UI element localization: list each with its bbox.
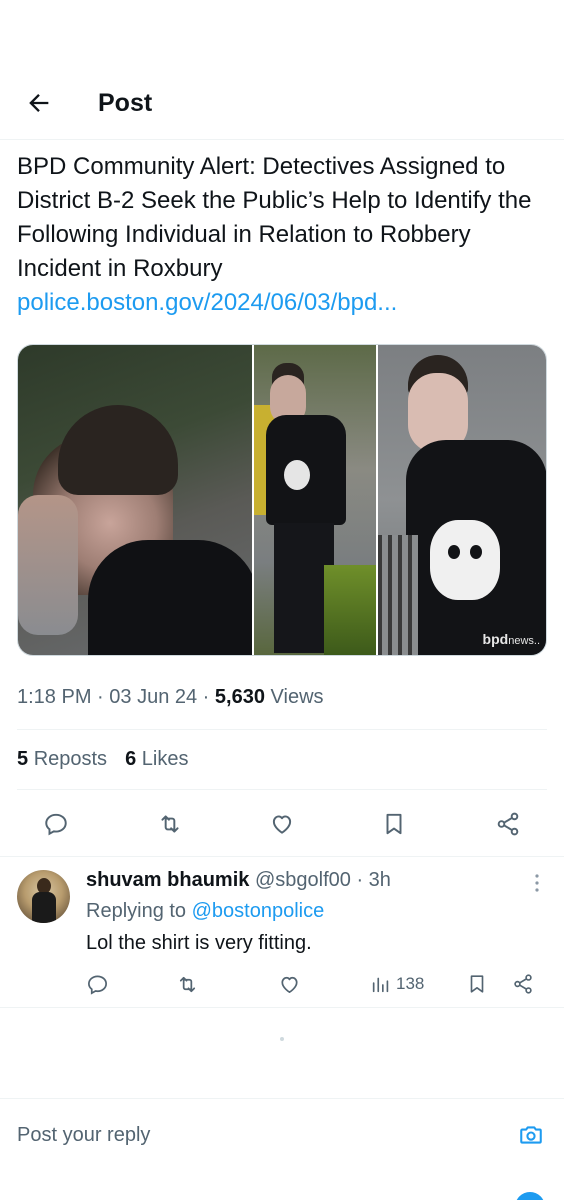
back-button[interactable] xyxy=(22,86,56,120)
comment-icon xyxy=(88,974,107,995)
share-icon xyxy=(497,812,519,836)
post-link[interactable]: police.boston.gov/2024/06/03/bpd... xyxy=(17,286,547,320)
post-body: BPD Community Alert: Detectives Assigned… xyxy=(17,150,547,320)
reply-views-button[interactable]: 138 xyxy=(370,969,424,999)
analytics-icon xyxy=(372,977,389,993)
post-text: BPD Community Alert: Detectives Assigned… xyxy=(17,153,532,282)
share-icon xyxy=(514,974,532,994)
comment-icon xyxy=(45,813,67,836)
reply-author-name[interactable]: shuvam bhaumik xyxy=(86,869,249,891)
reply-item[interactable]: shuvam bhaumik @sbgolf00 · 3h Replying t… xyxy=(0,856,564,1008)
loading-indicator xyxy=(280,1037,284,1041)
arrow-left-icon xyxy=(29,94,49,112)
like-button[interactable] xyxy=(264,806,300,842)
divider xyxy=(17,729,547,730)
reply-text: Lol the shirt is very fitting. xyxy=(86,932,312,954)
floating-compose-icon[interactable] xyxy=(515,1192,545,1200)
reply-age: · 3h xyxy=(356,869,391,891)
reply-share-button[interactable] xyxy=(512,969,534,999)
views-label: Views xyxy=(270,686,324,708)
replying-to: Replying to @bostonpolice xyxy=(86,900,325,922)
surveillance-photo-1[interactable] xyxy=(18,345,253,655)
page-title: Post xyxy=(98,89,153,117)
reply-header: shuvam bhaumik @sbgolf00 · 3h xyxy=(86,869,391,892)
camera-button[interactable] xyxy=(514,1119,548,1151)
reposts-stat[interactable]: 5 Reposts xyxy=(17,748,107,771)
post-meta: 1:18 PM · 03 Jun 24 · 5,630 Views xyxy=(17,686,324,708)
avatar[interactable] xyxy=(17,870,70,923)
repost-icon xyxy=(161,815,179,833)
top-app-bar: Post xyxy=(0,0,564,140)
surveillance-photo-3[interactable]: bpdnews.. xyxy=(377,345,546,655)
likes-stat[interactable]: 6 Likes xyxy=(125,748,188,771)
replying-to-link[interactable]: @bostonpolice xyxy=(192,900,325,922)
reply-bookmark-button[interactable] xyxy=(466,969,488,999)
reply-button[interactable] xyxy=(38,806,74,842)
reply-like-button[interactable] xyxy=(278,969,301,999)
surveillance-photo-2[interactable] xyxy=(254,345,376,655)
reply-input[interactable]: Post your reply xyxy=(17,1124,150,1147)
bookmark-icon xyxy=(386,813,402,835)
post-action-bar xyxy=(0,800,564,848)
like-icon xyxy=(272,815,292,834)
reply-comment-button[interactable] xyxy=(86,969,109,999)
divider xyxy=(17,789,547,790)
reply-composer: Post your reply xyxy=(0,1098,564,1162)
post-time: 1:18 PM xyxy=(17,686,92,708)
post-date: 03 Jun 24 xyxy=(109,686,198,708)
repost-button[interactable] xyxy=(152,806,188,842)
more-options-button[interactable] xyxy=(526,871,548,895)
reply-author-handle[interactable]: @sbgolf00 xyxy=(255,869,351,891)
bookmark-icon xyxy=(470,975,484,993)
reply-views-count: 138 xyxy=(396,974,425,993)
more-vertical-icon xyxy=(535,874,539,892)
engagement-stats: 5 Reposts 6 Likes xyxy=(17,748,188,771)
camera-icon xyxy=(520,1126,542,1144)
post-media[interactable]: bpdnews.. xyxy=(17,344,547,656)
views-count: 5,630 xyxy=(214,686,265,708)
like-icon xyxy=(281,976,298,993)
bookmark-button[interactable] xyxy=(376,806,412,842)
bpdnews-watermark: bpdnews.. xyxy=(482,631,540,647)
share-button[interactable] xyxy=(490,806,526,842)
reply-repost-button[interactable] xyxy=(176,969,199,999)
repost-icon xyxy=(179,976,196,992)
